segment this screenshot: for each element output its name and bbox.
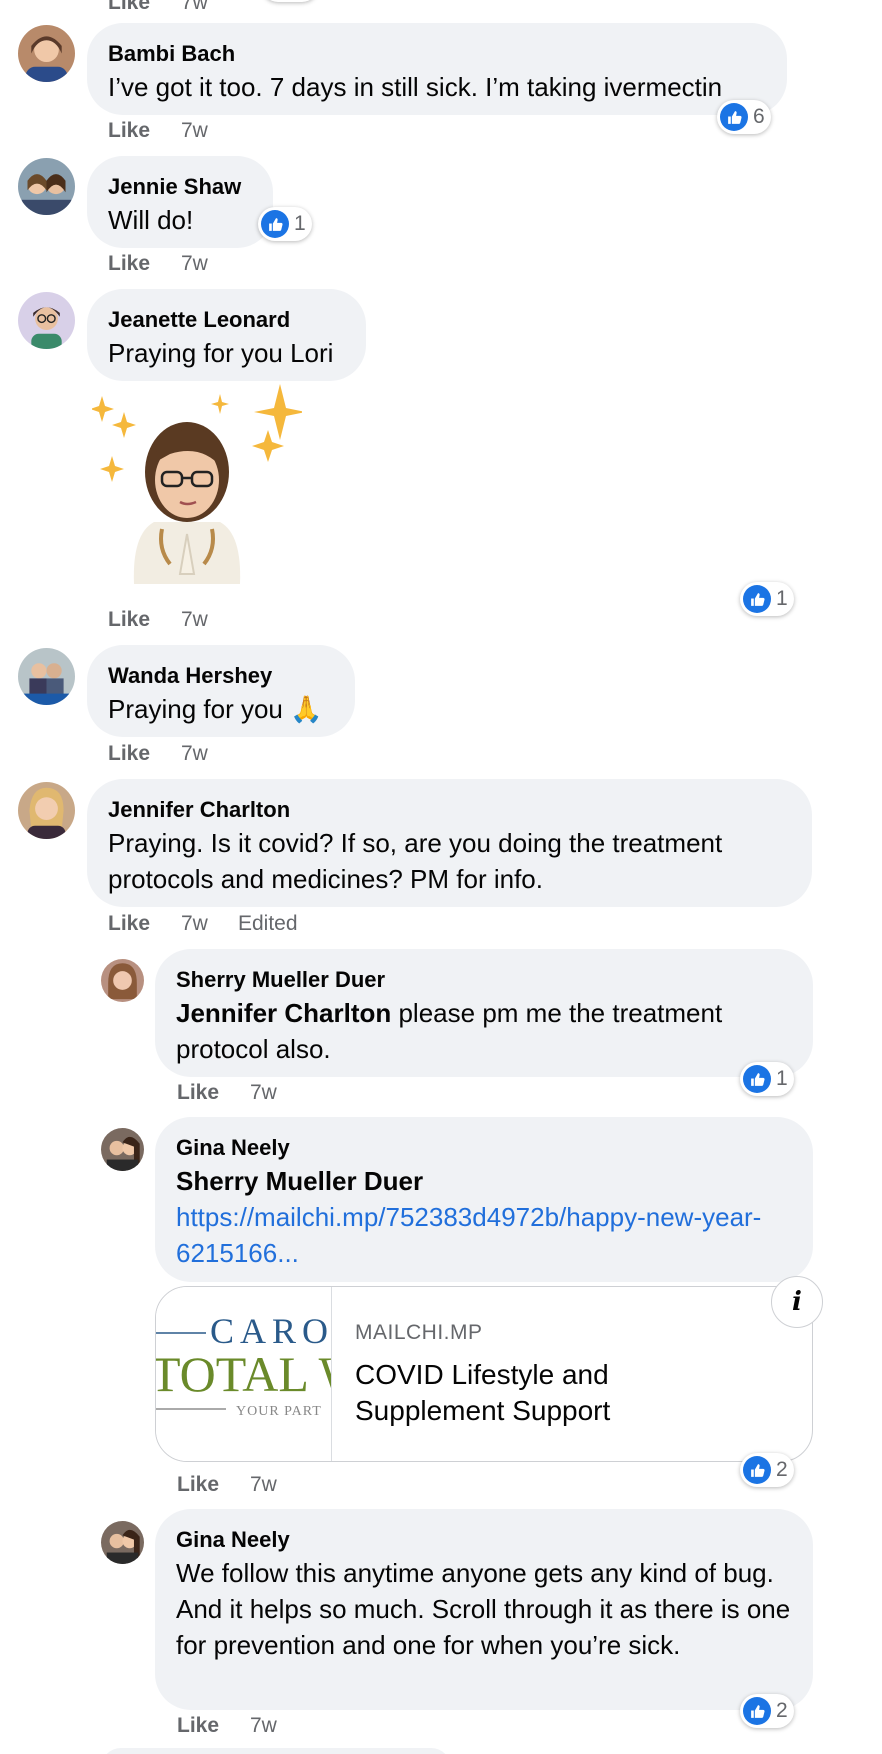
reaction-count: 1 [294, 212, 306, 235]
like-button[interactable]: Like [108, 909, 181, 939]
timestamp[interactable]: 7w [181, 116, 238, 146]
reply-bubble: Gina Neely Sherry Mueller Duer https://m… [155, 1117, 813, 1282]
comment-author[interactable]: Bambi Bach [108, 39, 766, 69]
comment-text: Praying for you Lori [108, 338, 334, 368]
timestamp[interactable]: 7w [181, 909, 238, 939]
like-reaction-icon [743, 1697, 771, 1725]
reply-author[interactable]: Gina Neely [176, 1133, 792, 1163]
timestamp[interactable]: 7w [181, 739, 238, 769]
link-preview-card[interactable]: CARO TOTAL W YOUR PART MAILCHI.MP COVID … [155, 1286, 813, 1462]
logo-text-caro: CARO [210, 1311, 332, 1351]
reply-author[interactable]: Sherry Mueller Duer [176, 965, 792, 995]
comment-text: Will do! [108, 205, 194, 235]
avatar[interactable] [101, 959, 144, 1002]
timestamp[interactable]: 7w [181, 249, 238, 279]
comment-text: Praying. Is it covid? If so, are you doi… [108, 828, 723, 894]
like-button[interactable]: Like [177, 1470, 250, 1500]
like-reaction-icon [743, 1456, 771, 1484]
comment-author[interactable]: Jeanette Leonard [108, 305, 345, 335]
reaction-count: 1 [776, 1067, 788, 1090]
partial-comment-meta: Like 7w [108, 0, 238, 18]
next-reply-bubble-edge [101, 1748, 451, 1754]
like-reaction-icon [720, 103, 748, 131]
comment-author[interactable]: Jennifer Charlton [108, 795, 791, 825]
reply-meta: Like 7w [177, 1711, 307, 1741]
comment-bubble: Wanda Hershey Praying for you 🙏 [87, 645, 355, 737]
like-button[interactable]: Like [108, 739, 181, 769]
comment-meta: Like 7w Edited [108, 909, 298, 939]
like-button[interactable]: Like [108, 249, 181, 279]
praying-avatar-sticker[interactable] [90, 384, 306, 594]
timestamp[interactable]: 7w [181, 605, 238, 635]
reaction-count: 2 [776, 1699, 788, 1722]
reaction-badge[interactable]: 1 [740, 582, 794, 616]
reaction-count: 2 [776, 1458, 788, 1481]
like-reaction-icon [743, 1065, 771, 1093]
like-reaction-icon [261, 210, 289, 238]
mention-link[interactable]: Sherry Mueller Duer [176, 1163, 792, 1199]
reaction-count: 1 [776, 587, 788, 610]
reaction-badge[interactable]: 1 [258, 207, 312, 241]
avatar[interactable] [18, 782, 75, 839]
info-icon[interactable]: i [771, 1276, 823, 1328]
comment-text: I’ve got it too. 7 days in still sick. I… [108, 72, 723, 102]
avatar[interactable] [101, 1521, 144, 1564]
comment-meta: Like 7w [108, 605, 238, 635]
avatar[interactable] [101, 1128, 144, 1171]
reply-text: Jennifer Charlton please pm me the treat… [176, 995, 792, 1067]
like-button[interactable]: Like [108, 116, 181, 146]
link-preview-logo: CARO TOTAL W YOUR PART [156, 1287, 332, 1461]
logo-text-tagline: YOUR PART [236, 1404, 322, 1419]
like-button[interactable]: Like [108, 0, 181, 18]
partial-reaction-badge [262, 0, 318, 2]
link-domain: MAILCHI.MP [355, 1321, 483, 1344]
comment-author[interactable]: Jennie Shaw [108, 172, 252, 202]
mention-link[interactable]: Jennifer Charlton [176, 998, 391, 1028]
avatar[interactable] [18, 292, 75, 349]
timestamp[interactable]: 7w [250, 1078, 307, 1108]
edited-label: Edited [238, 912, 298, 935]
like-button[interactable]: Like [177, 1078, 250, 1108]
reply-author[interactable]: Gina Neely [176, 1525, 792, 1555]
like-button[interactable]: Like [108, 605, 181, 635]
reaction-count: 6 [753, 105, 765, 128]
avatar[interactable] [18, 158, 75, 215]
avatar[interactable] [18, 648, 75, 705]
reaction-badge[interactable]: 6 [717, 100, 771, 134]
link-title: COVID Lifestyle and Supplement Support [355, 1359, 611, 1426]
comment-bubble: Jennie Shaw Will do! [87, 156, 273, 248]
reply-bubble: Sherry Mueller Duer Jennifer Charlton pl… [155, 949, 813, 1077]
timestamp: 7w [181, 0, 208, 14]
comment-meta: Like 7w [108, 739, 238, 769]
reply-meta: Like 7w [177, 1078, 307, 1108]
reply-bubble: Gina Neely We follow this anytime anyone… [155, 1509, 813, 1710]
comment-bubble: Bambi Bach I’ve got it too. 7 days in st… [87, 23, 787, 115]
comment-bubble: Jennifer Charlton Praying. Is it covid? … [87, 779, 812, 907]
like-reaction-icon [743, 585, 771, 613]
comment-author[interactable]: Wanda Hershey [108, 661, 334, 691]
like-button[interactable]: Like [177, 1711, 250, 1741]
reaction-badge[interactable]: 1 [740, 1062, 794, 1096]
comment-meta: Like 7w [108, 116, 238, 146]
logo-text-total: TOTAL W [156, 1346, 332, 1402]
url-link[interactable]: https://mailchi.mp/752383d4972b/happy-ne… [176, 1199, 792, 1271]
comment-text: Praying for you 🙏 [108, 694, 323, 724]
reaction-badge[interactable]: 2 [740, 1694, 794, 1728]
reply-meta: Like 7w [177, 1470, 307, 1500]
avatar[interactable] [18, 25, 75, 82]
comment-bubble: Jeanette Leonard Praying for you Lori [87, 289, 366, 381]
timestamp[interactable]: 7w [250, 1470, 307, 1500]
comment-meta: Like 7w [108, 249, 238, 279]
reply-text: We follow this anytime anyone gets any k… [176, 1558, 791, 1660]
timestamp[interactable]: 7w [250, 1711, 307, 1741]
reaction-badge[interactable]: 2 [740, 1453, 794, 1487]
